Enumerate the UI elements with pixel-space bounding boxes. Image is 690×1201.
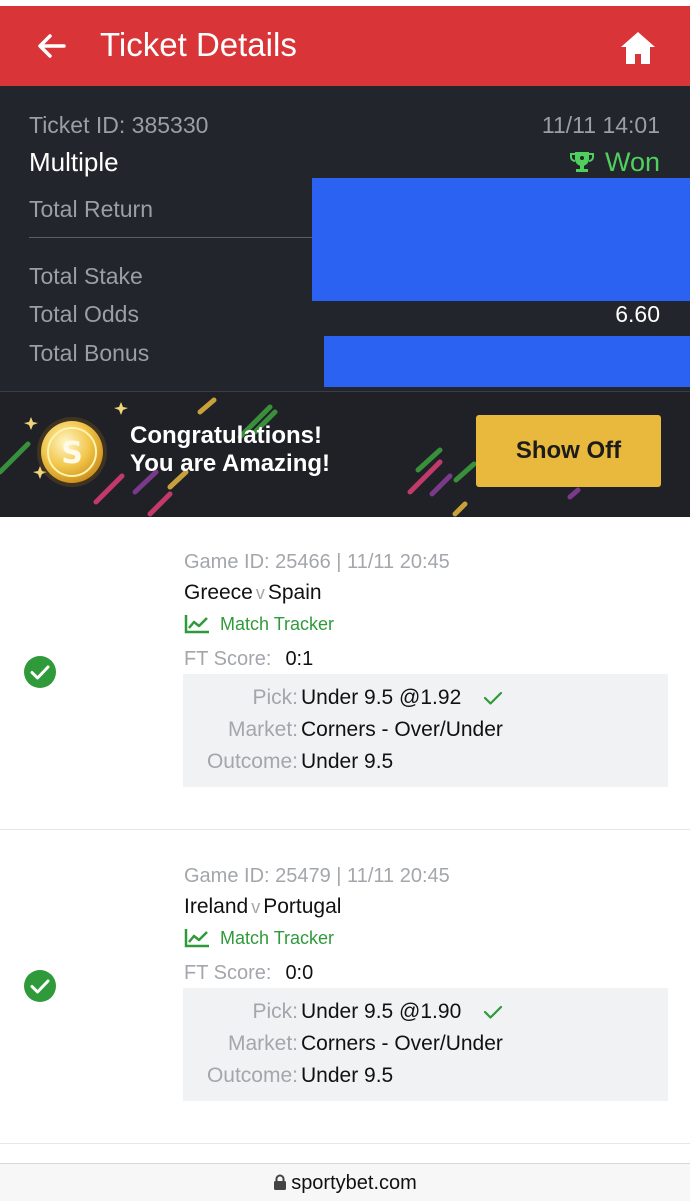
ft-score-label: FT Score: [184, 962, 272, 984]
page-title: Ticket Details [100, 26, 297, 63]
congrats-line2: You are Amazing! [130, 450, 331, 477]
outcome-label: Outcome: [206, 750, 298, 773]
chart-line-icon [184, 929, 209, 948]
total-bonus-label: Total Bonus [29, 340, 150, 366]
ft-score-value: 0:0 [285, 962, 314, 984]
game-info: Game ID: 25479 | 11/11 20:45 [184, 865, 450, 887]
ft-score: FT Score: 0:1 [184, 647, 313, 671]
outcome-value: Under 9.5 [301, 750, 394, 773]
pick-details: Pick: Under 9.5 @1.92 Market: Corners - … [183, 674, 668, 787]
ticket-datetime: 11/11 14:01 [541, 112, 660, 138]
ticket-id: Ticket ID: 385330 [29, 112, 209, 138]
pick-label: Pick: [252, 1000, 298, 1023]
redaction-block [324, 336, 690, 387]
won-check-icon [24, 656, 56, 688]
ft-score-label: FT Score: [184, 648, 272, 670]
total-odds-value: 6.60 [615, 301, 660, 327]
coin-icon: S [37, 417, 107, 487]
trophy-icon [569, 152, 594, 172]
won-check-icon [24, 970, 56, 1002]
back-button[interactable] [34, 28, 70, 64]
home-icon[interactable] [618, 28, 658, 68]
won-status: Won [569, 146, 660, 178]
match-teams: Ireland v Portugal [184, 894, 341, 920]
away-team: Portugal [263, 895, 342, 918]
ft-score: FT Score: 0:0 [184, 961, 313, 985]
total-return-label: Total Return [29, 196, 154, 222]
outcome-label: Outcome: [206, 1064, 298, 1087]
market-label: Market: [227, 718, 298, 741]
total-odds-label: Total Odds [29, 301, 139, 327]
match-tracker-label: Match Tracker [220, 614, 335, 634]
congrats-text: Congratulations! You are Amazing! [130, 422, 330, 478]
lock-icon [274, 1174, 287, 1190]
versus: v [255, 583, 265, 603]
ft-score-value: 0:1 [285, 648, 314, 670]
ticket-type: Multiple [29, 147, 119, 177]
check-icon [483, 1005, 503, 1019]
url-display[interactable]: sportybet.com [0, 1171, 690, 1195]
svg-text:S: S [61, 436, 83, 471]
summary-divider [29, 237, 312, 238]
pick-details: Pick: Under 9.5 @1.90 Market: Corners - … [183, 988, 668, 1101]
check-icon [483, 691, 503, 705]
bet-item: Game ID: 25466 | 11/11 20:45 Greece v Spai… [0, 516, 690, 829]
away-team: Spain [267, 581, 322, 604]
total-stake-label: Total Stake [29, 263, 143, 289]
versus: v [251, 897, 261, 917]
game-info: Game ID: 25466 | 11/11 20:45 [184, 551, 450, 573]
app-header: Ticket Details [0, 6, 690, 86]
show-off-button[interactable]: Show Off [476, 415, 661, 487]
pick-value: Under 9.5 @1.90 [301, 1000, 462, 1023]
market-label: Market: [227, 1032, 298, 1055]
congrats-banner: S Congratulations! You are Amazing! Show… [0, 391, 690, 517]
redaction-block [312, 178, 690, 301]
home-team: Ireland [184, 895, 249, 918]
congrats-line1: Congratulations! [130, 422, 322, 449]
chart-line-icon [184, 615, 209, 634]
status-text: Won [604, 147, 660, 177]
bet-item: Game ID: 25479 | 11/11 20:45 Ireland v Por… [0, 830, 690, 1143]
match-tracker-link[interactable]: Match Tracker [184, 613, 334, 635]
home-team: Greece [184, 581, 253, 604]
ticket-summary: Ticket ID: 385330 11/11 14:01 Multiple W… [0, 86, 690, 391]
url-text: sportybet.com [291, 1172, 417, 1194]
outcome-value: Under 9.5 [301, 1064, 394, 1087]
divider [0, 1143, 690, 1144]
match-tracker-link[interactable]: Match Tracker [184, 927, 334, 949]
match-tracker-label: Match Tracker [220, 928, 335, 948]
market-value: Corners - Over/Under [301, 718, 503, 741]
browser-address-bar[interactable]: sportybet.com [0, 1163, 690, 1201]
pick-label: Pick: [252, 686, 298, 709]
pick-value: Under 9.5 @1.92 [301, 686, 462, 709]
market-value: Corners - Over/Under [301, 1032, 503, 1055]
match-teams: Greece v Spain [184, 580, 322, 606]
